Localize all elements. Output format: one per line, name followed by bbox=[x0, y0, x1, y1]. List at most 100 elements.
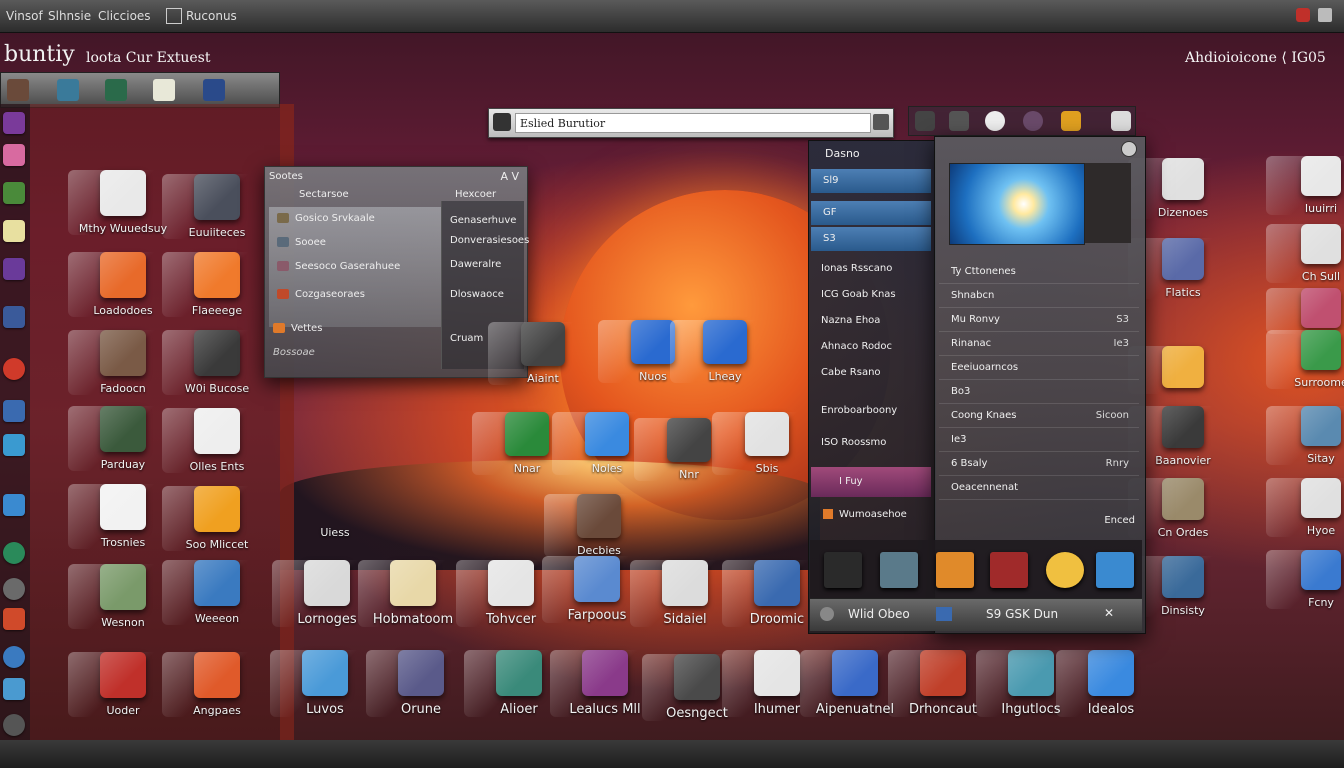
launcher-app-icon[interactable] bbox=[3, 542, 25, 564]
launcher-app-icon[interactable] bbox=[3, 400, 25, 422]
menu-item-2[interactable]: Slhnsie bbox=[48, 9, 91, 23]
app-launcher-item[interactable]: Euuiiteces bbox=[162, 174, 272, 239]
app-launcher-item[interactable]: Ch Sull bbox=[1266, 224, 1344, 283]
category-item[interactable]: ICG Goab Knas bbox=[821, 289, 896, 300]
app-launcher-item[interactable]: Surroome bbox=[1266, 330, 1344, 389]
app-launcher-item[interactable]: Iuuirri bbox=[1266, 156, 1344, 215]
launcher-app-icon[interactable] bbox=[3, 578, 25, 600]
app-launcher-item[interactable]: Soo Mliccet bbox=[162, 486, 272, 551]
category-item[interactable]: Wumoasehoe bbox=[823, 509, 907, 520]
monitor-icon[interactable] bbox=[105, 79, 127, 101]
power-icon[interactable] bbox=[1296, 8, 1310, 22]
detail-list-row[interactable]: Ie3 bbox=[939, 429, 1139, 452]
detail-list-row[interactable]: Ty Cttonenes bbox=[939, 261, 1139, 284]
launcher-browser-icon[interactable] bbox=[3, 358, 25, 380]
file-row[interactable]: Cozgaseoraes bbox=[277, 289, 365, 300]
file-row[interactable]: Sooee bbox=[277, 237, 326, 248]
launcher-app-icon[interactable] bbox=[3, 434, 25, 456]
launcher-app-icon[interactable] bbox=[3, 220, 25, 242]
category-item[interactable]: Ionas Rsscano bbox=[821, 263, 892, 274]
file-row[interactable]: Gosico Srvkaale bbox=[277, 213, 375, 224]
menu-item-3[interactable]: Cliccioes bbox=[98, 9, 151, 23]
detail-list-row[interactable]: Oeacennenat bbox=[939, 477, 1139, 500]
launcher-app-icon[interactable] bbox=[3, 678, 25, 700]
detail-footer[interactable]: Enced bbox=[1104, 515, 1135, 526]
home-icon[interactable] bbox=[7, 79, 29, 101]
detail-row[interactable]: Dloswaoce bbox=[450, 289, 504, 300]
app-launcher-item[interactable]: Orune bbox=[366, 650, 476, 717]
app-launcher-item[interactable]: Sbis bbox=[712, 412, 822, 475]
detail-list-row[interactable]: Rinanac Ie3 bbox=[939, 333, 1139, 356]
notes-icon[interactable] bbox=[1061, 111, 1081, 131]
app-launcher-item[interactable]: Idealos bbox=[1056, 650, 1166, 717]
detail-row[interactable]: Daweralre bbox=[450, 259, 501, 270]
detail-list-row[interactable]: 6 Bsaly Rnry bbox=[939, 453, 1139, 476]
category-item-selected[interactable]: S3 bbox=[811, 227, 931, 251]
settings-icon[interactable] bbox=[915, 111, 935, 131]
launcher-menu-icon[interactable] bbox=[3, 112, 25, 134]
document-icon[interactable] bbox=[153, 79, 175, 101]
search-icon[interactable] bbox=[493, 113, 511, 131]
app-icon[interactable] bbox=[880, 552, 918, 588]
network-icon[interactable] bbox=[949, 111, 969, 131]
category-item-selected[interactable]: Sl9 bbox=[811, 169, 931, 193]
app-launcher-item[interactable]: Luvos bbox=[270, 650, 380, 717]
category-item[interactable]: Enroboarboony bbox=[821, 405, 897, 416]
close-icon[interactable] bbox=[1318, 8, 1332, 22]
app-launcher-item[interactable]: Decbies bbox=[544, 494, 654, 557]
menu-item-4[interactable]: Ruconus bbox=[186, 9, 237, 23]
detail-list-row[interactable]: Coong Knaes Sicoon bbox=[939, 405, 1139, 428]
detail-row[interactable]: Donverasiesoes bbox=[450, 235, 529, 246]
weather-icon[interactable] bbox=[1046, 552, 1084, 588]
close-icon[interactable]: ✕ bbox=[1104, 606, 1114, 620]
detail-row[interactable]: Cruam bbox=[450, 333, 483, 344]
app-launcher-item[interactable]: Fcny bbox=[1266, 550, 1344, 609]
search-button-icon[interactable] bbox=[873, 114, 889, 130]
detail-list-row[interactable]: Bo3 bbox=[939, 381, 1139, 404]
category-item[interactable]: Ahnaco Rodoc bbox=[821, 341, 892, 352]
app-launcher-item[interactable]: Weeeon bbox=[162, 560, 272, 625]
app-icon[interactable] bbox=[990, 552, 1028, 588]
menu-item-1[interactable]: Vinsof bbox=[6, 9, 43, 23]
app-icon[interactable] bbox=[936, 552, 974, 588]
app-launcher-item[interactable]: Olles Ents bbox=[162, 408, 272, 473]
launcher-app-icon[interactable] bbox=[3, 608, 25, 630]
launcher-app-icon[interactable] bbox=[3, 306, 25, 328]
user-icon[interactable] bbox=[1023, 111, 1043, 131]
launcher-app-icon[interactable] bbox=[3, 646, 25, 668]
file-row[interactable]: Seesoco Gaserahuee bbox=[277, 261, 400, 272]
app-launcher-item[interactable]: Flaeeege bbox=[162, 252, 272, 317]
app-launcher-item[interactable]: Lheay bbox=[670, 320, 780, 383]
app-icon[interactable] bbox=[824, 552, 862, 588]
app-launcher-item[interactable]: Hyoe bbox=[1266, 478, 1344, 537]
system-indicator[interactable]: Ahdioioicone ⟨ IG05 bbox=[1185, 50, 1326, 66]
record-icon[interactable] bbox=[985, 111, 1005, 131]
app-launcher-item[interactable] bbox=[1266, 288, 1344, 334]
tools-icon[interactable] bbox=[203, 79, 225, 101]
category-item-selected[interactable]: GF bbox=[811, 201, 931, 225]
file-window-controls[interactable]: A V bbox=[500, 170, 519, 183]
app-launcher-item[interactable]: Hobmatoom bbox=[358, 560, 468, 627]
category-item[interactable]: ISO Roossmo bbox=[821, 437, 886, 448]
launcher-app-icon[interactable] bbox=[3, 182, 25, 204]
settings-icon[interactable] bbox=[820, 607, 834, 621]
detail-list-row[interactable]: Shnabcn bbox=[939, 285, 1139, 308]
app-icon[interactable] bbox=[1096, 552, 1134, 588]
launcher-trash-icon[interactable] bbox=[3, 714, 25, 736]
launcher-app-icon[interactable] bbox=[3, 494, 25, 516]
app-launcher-item[interactable]: Sitay bbox=[1266, 406, 1344, 465]
file-row[interactable]: Vettes bbox=[273, 323, 322, 334]
category-item[interactable]: Cabe Rsano bbox=[821, 367, 881, 378]
detail-row[interactable]: Genaserhuve bbox=[450, 215, 516, 226]
app-icon[interactable] bbox=[936, 607, 952, 621]
category-item[interactable]: Nazna Ehoa bbox=[821, 315, 880, 326]
network-icon[interactable] bbox=[57, 79, 79, 101]
launcher-app-icon[interactable] bbox=[3, 144, 25, 166]
launcher-app-icon[interactable] bbox=[3, 258, 25, 280]
search-input[interactable] bbox=[515, 113, 871, 133]
window-icon[interactable] bbox=[1111, 111, 1131, 131]
app-launcher-item[interactable]: W0i Bucose bbox=[162, 330, 272, 395]
close-icon[interactable] bbox=[1121, 141, 1137, 157]
category-item-highlight[interactable]: I Fuy bbox=[811, 467, 931, 497]
detail-list-row[interactable]: Eeeiuoarncos bbox=[939, 357, 1139, 380]
